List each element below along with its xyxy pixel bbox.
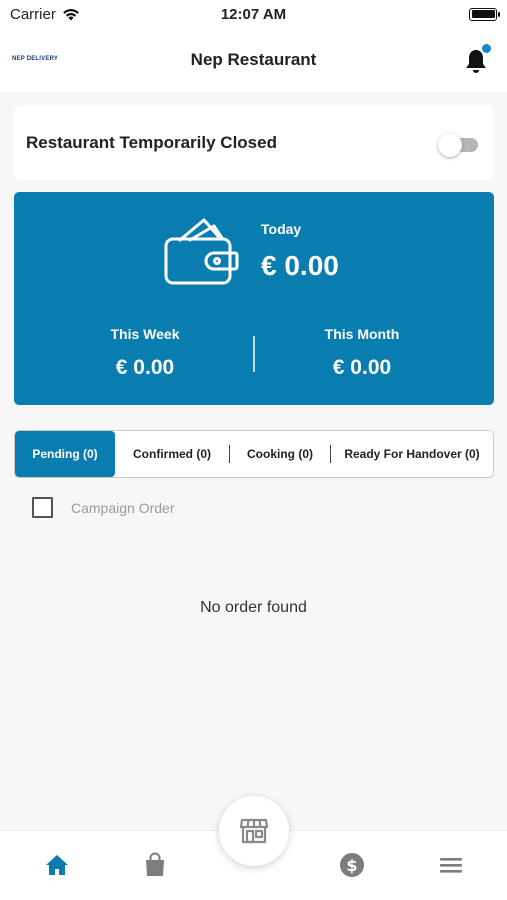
- store-button[interactable]: [219, 796, 289, 866]
- campaign-order-checkbox[interactable]: [32, 497, 53, 518]
- today-label: Today: [261, 221, 302, 237]
- today-value: € 0.00: [261, 250, 339, 281]
- notification-badge: [482, 44, 491, 53]
- week-value: € 0.00: [115, 356, 175, 379]
- month-label: This Month: [324, 326, 400, 342]
- restaurant-closed-label: Restaurant Temporarily Closed: [26, 133, 277, 152]
- tab-cooking[interactable]: Cooking (0): [230, 431, 330, 477]
- tab-ready-for-handover[interactable]: Ready For Handover (0): [331, 431, 493, 477]
- month-value: € 0.00: [332, 356, 392, 379]
- restaurant-closed-card: Restaurant Temporarily Closed: [14, 106, 494, 180]
- status-time: 12:07 AM: [220, 5, 287, 23]
- shopping-bag-icon[interactable]: [141, 851, 169, 879]
- tab-confirmed[interactable]: Confirmed (0): [115, 431, 229, 477]
- app-header: NEP DELIVERY Nep Restaurant: [0, 28, 507, 92]
- earnings-divider: [253, 336, 255, 372]
- restaurant-closed-toggle[interactable]: [438, 130, 482, 157]
- wallet-icon: [164, 218, 239, 285]
- battery-icon: [469, 7, 500, 21]
- tab-pending[interactable]: Pending (0): [15, 431, 115, 477]
- campaign-order-label: Campaign Order: [71, 499, 175, 516]
- week-label: This Week: [110, 326, 180, 342]
- brand-logo: NEP DELIVERY: [12, 56, 59, 62]
- dollar-icon[interactable]: $: [338, 851, 366, 879]
- week-earnings: This Week € 0.00: [45, 326, 245, 380]
- store-icon: [239, 818, 269, 844]
- svg-text:$: $: [346, 856, 357, 875]
- home-icon[interactable]: [43, 851, 71, 879]
- toggle-knob: [438, 133, 462, 157]
- menu-icon[interactable]: [437, 851, 465, 879]
- empty-state-message: No order found: [200, 599, 307, 616]
- notifications-button[interactable]: [463, 44, 491, 74]
- campaign-order-filter[interactable]: Campaign Order: [32, 497, 175, 518]
- status-bar: Carrier 12:07 AM: [0, 0, 507, 28]
- order-status-tabs: Pending (0) Confirmed (0) Cooking (0) Re…: [14, 430, 494, 478]
- earnings-card: Today € 0.00 This Week € 0.00 This Month…: [14, 192, 494, 405]
- month-earnings: This Month € 0.00: [262, 326, 462, 380]
- page-title: Nep Restaurant: [190, 50, 317, 69]
